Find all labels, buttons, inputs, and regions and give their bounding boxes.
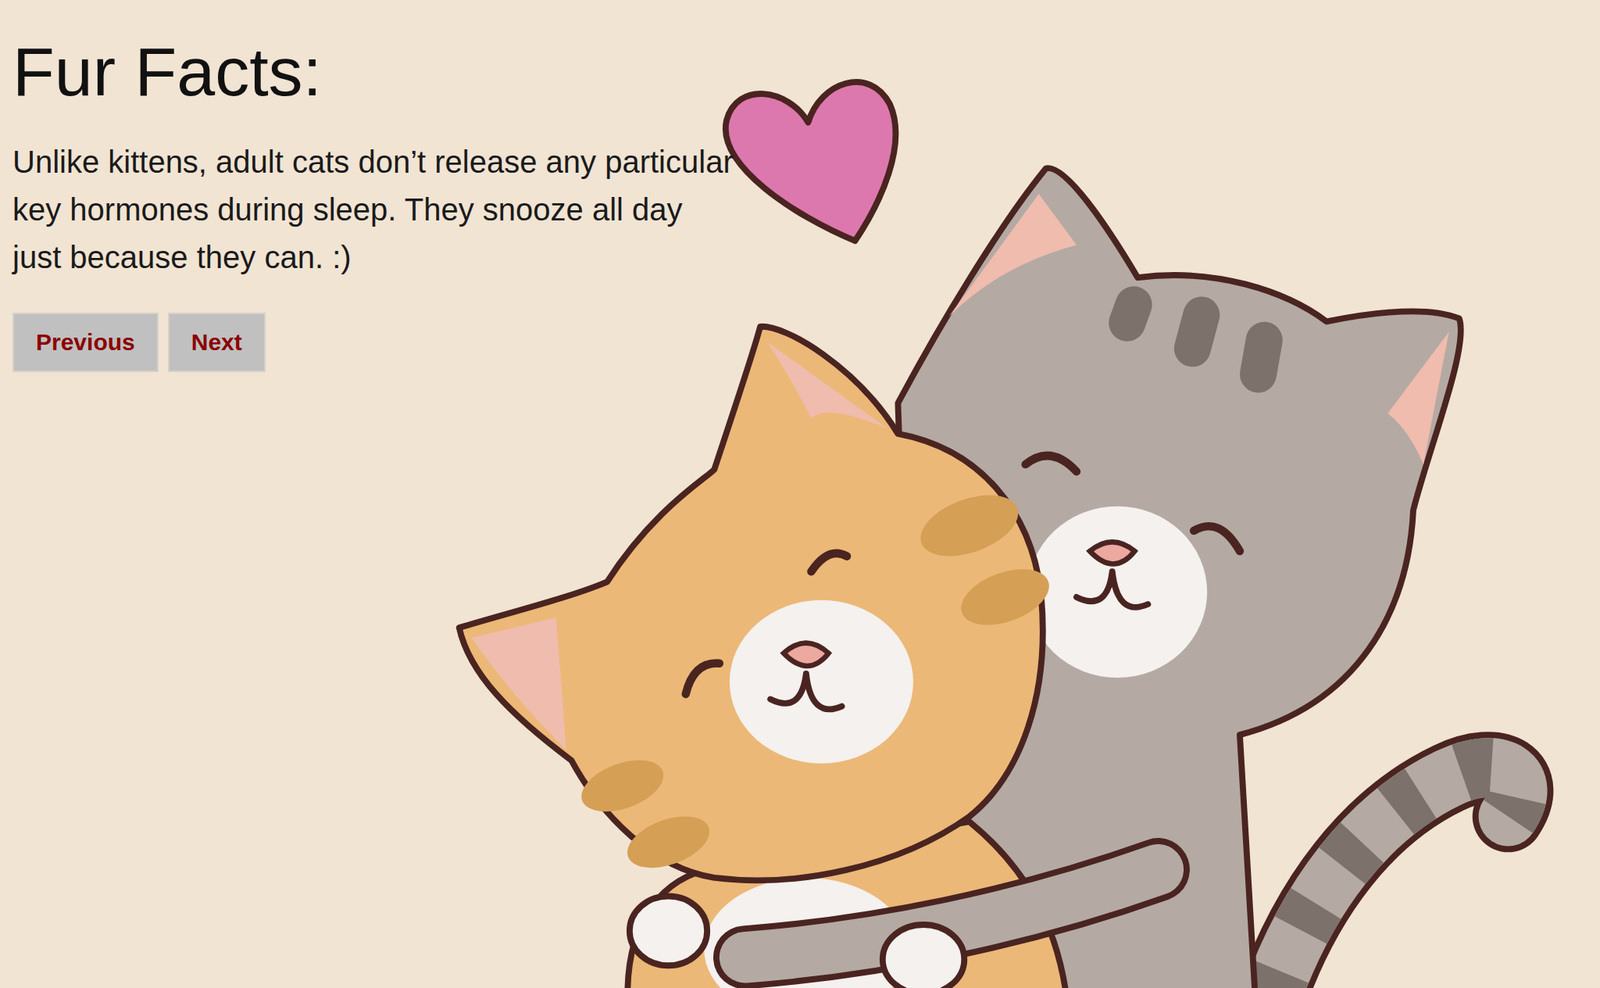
fact-text: Unlike kittens, adult cats don’t release… (12, 138, 740, 282)
tail-icon (1270, 767, 1518, 988)
orange-cat-icon (459, 326, 1067, 988)
page-title: Fur Facts: (12, 34, 740, 111)
button-row: PreviousNext (12, 312, 740, 372)
fur-facts-page: Fur Facts: Unlike kittens, adult cats don… (0, 0, 1600, 988)
hugging-arm-icon (629, 869, 1159, 988)
fact-panel: Fur Facts: Unlike kittens, adult cats don… (0, 0, 752, 372)
nav-button-0[interactable]: Previous (12, 312, 159, 372)
heart-icon (725, 82, 897, 241)
nav-button-1[interactable]: Next (167, 312, 266, 372)
